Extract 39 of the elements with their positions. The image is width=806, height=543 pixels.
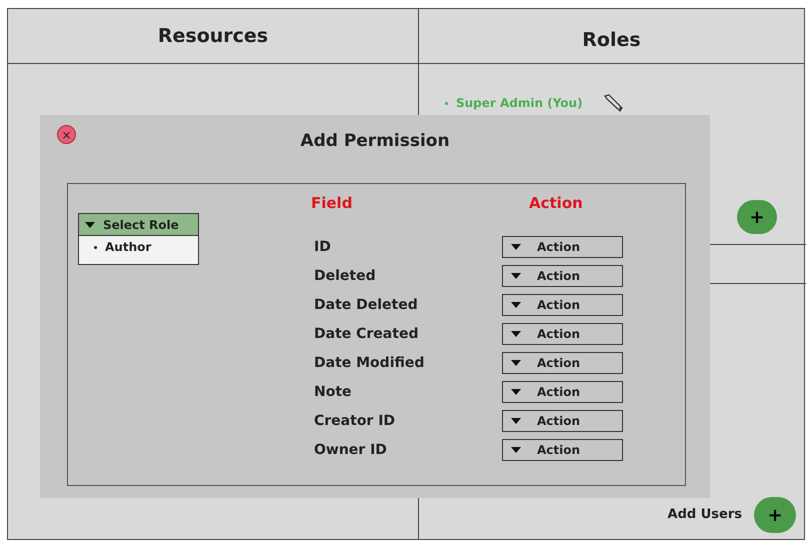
caret-icon [511, 273, 521, 279]
field-label: Creator ID [313, 412, 396, 430]
field-label: Date Deleted [313, 296, 418, 314]
action-dropdown[interactable]: Action [502, 323, 623, 345]
action-dropdown[interactable]: Action [502, 410, 623, 432]
close-button[interactable]: × [57, 125, 76, 144]
caret-icon [511, 302, 521, 308]
column-heading: Field [311, 193, 352, 214]
action-dropdown[interactable]: Action [502, 236, 623, 258]
add-users-label: Add Users [668, 506, 742, 524]
action-dropdown[interactable]: Action [502, 439, 623, 461]
action-dropdown[interactable]: Action [502, 381, 623, 403]
field-label: Note [313, 382, 352, 402]
field-label: Date Created [313, 324, 418, 344]
caret-icon [511, 360, 521, 366]
action-dropdown[interactable]: Action [502, 352, 623, 374]
role-option[interactable]: Author [105, 238, 152, 256]
pencil-icon[interactable] [602, 94, 623, 112]
action-dropdown[interactable]: Action [502, 294, 623, 316]
caret-icon [511, 244, 521, 250]
add-button[interactable]: + [737, 200, 777, 234]
column-heading: Roles [582, 28, 641, 53]
caret-icon [511, 447, 521, 453]
caret-icon [85, 222, 95, 228]
caret-icon [511, 331, 521, 337]
field-label: Date Modified [313, 354, 424, 372]
field-label: ID [313, 238, 331, 256]
bullet-icon [445, 102, 448, 104]
caret-icon [511, 389, 521, 395]
caret-icon [511, 418, 521, 424]
column-heading: Resources [158, 24, 268, 49]
bullet-icon [94, 246, 97, 248]
action-dropdown[interactable]: Action [502, 265, 623, 287]
field-label: Owner ID [313, 440, 387, 460]
add-users-button[interactable]: + [754, 497, 796, 533]
column-heading: Action [529, 193, 583, 214]
field-label: Deleted [313, 266, 376, 286]
dialog-title: Add Permission [300, 130, 450, 153]
role-dropdown[interactable]: Select Role [79, 214, 198, 236]
